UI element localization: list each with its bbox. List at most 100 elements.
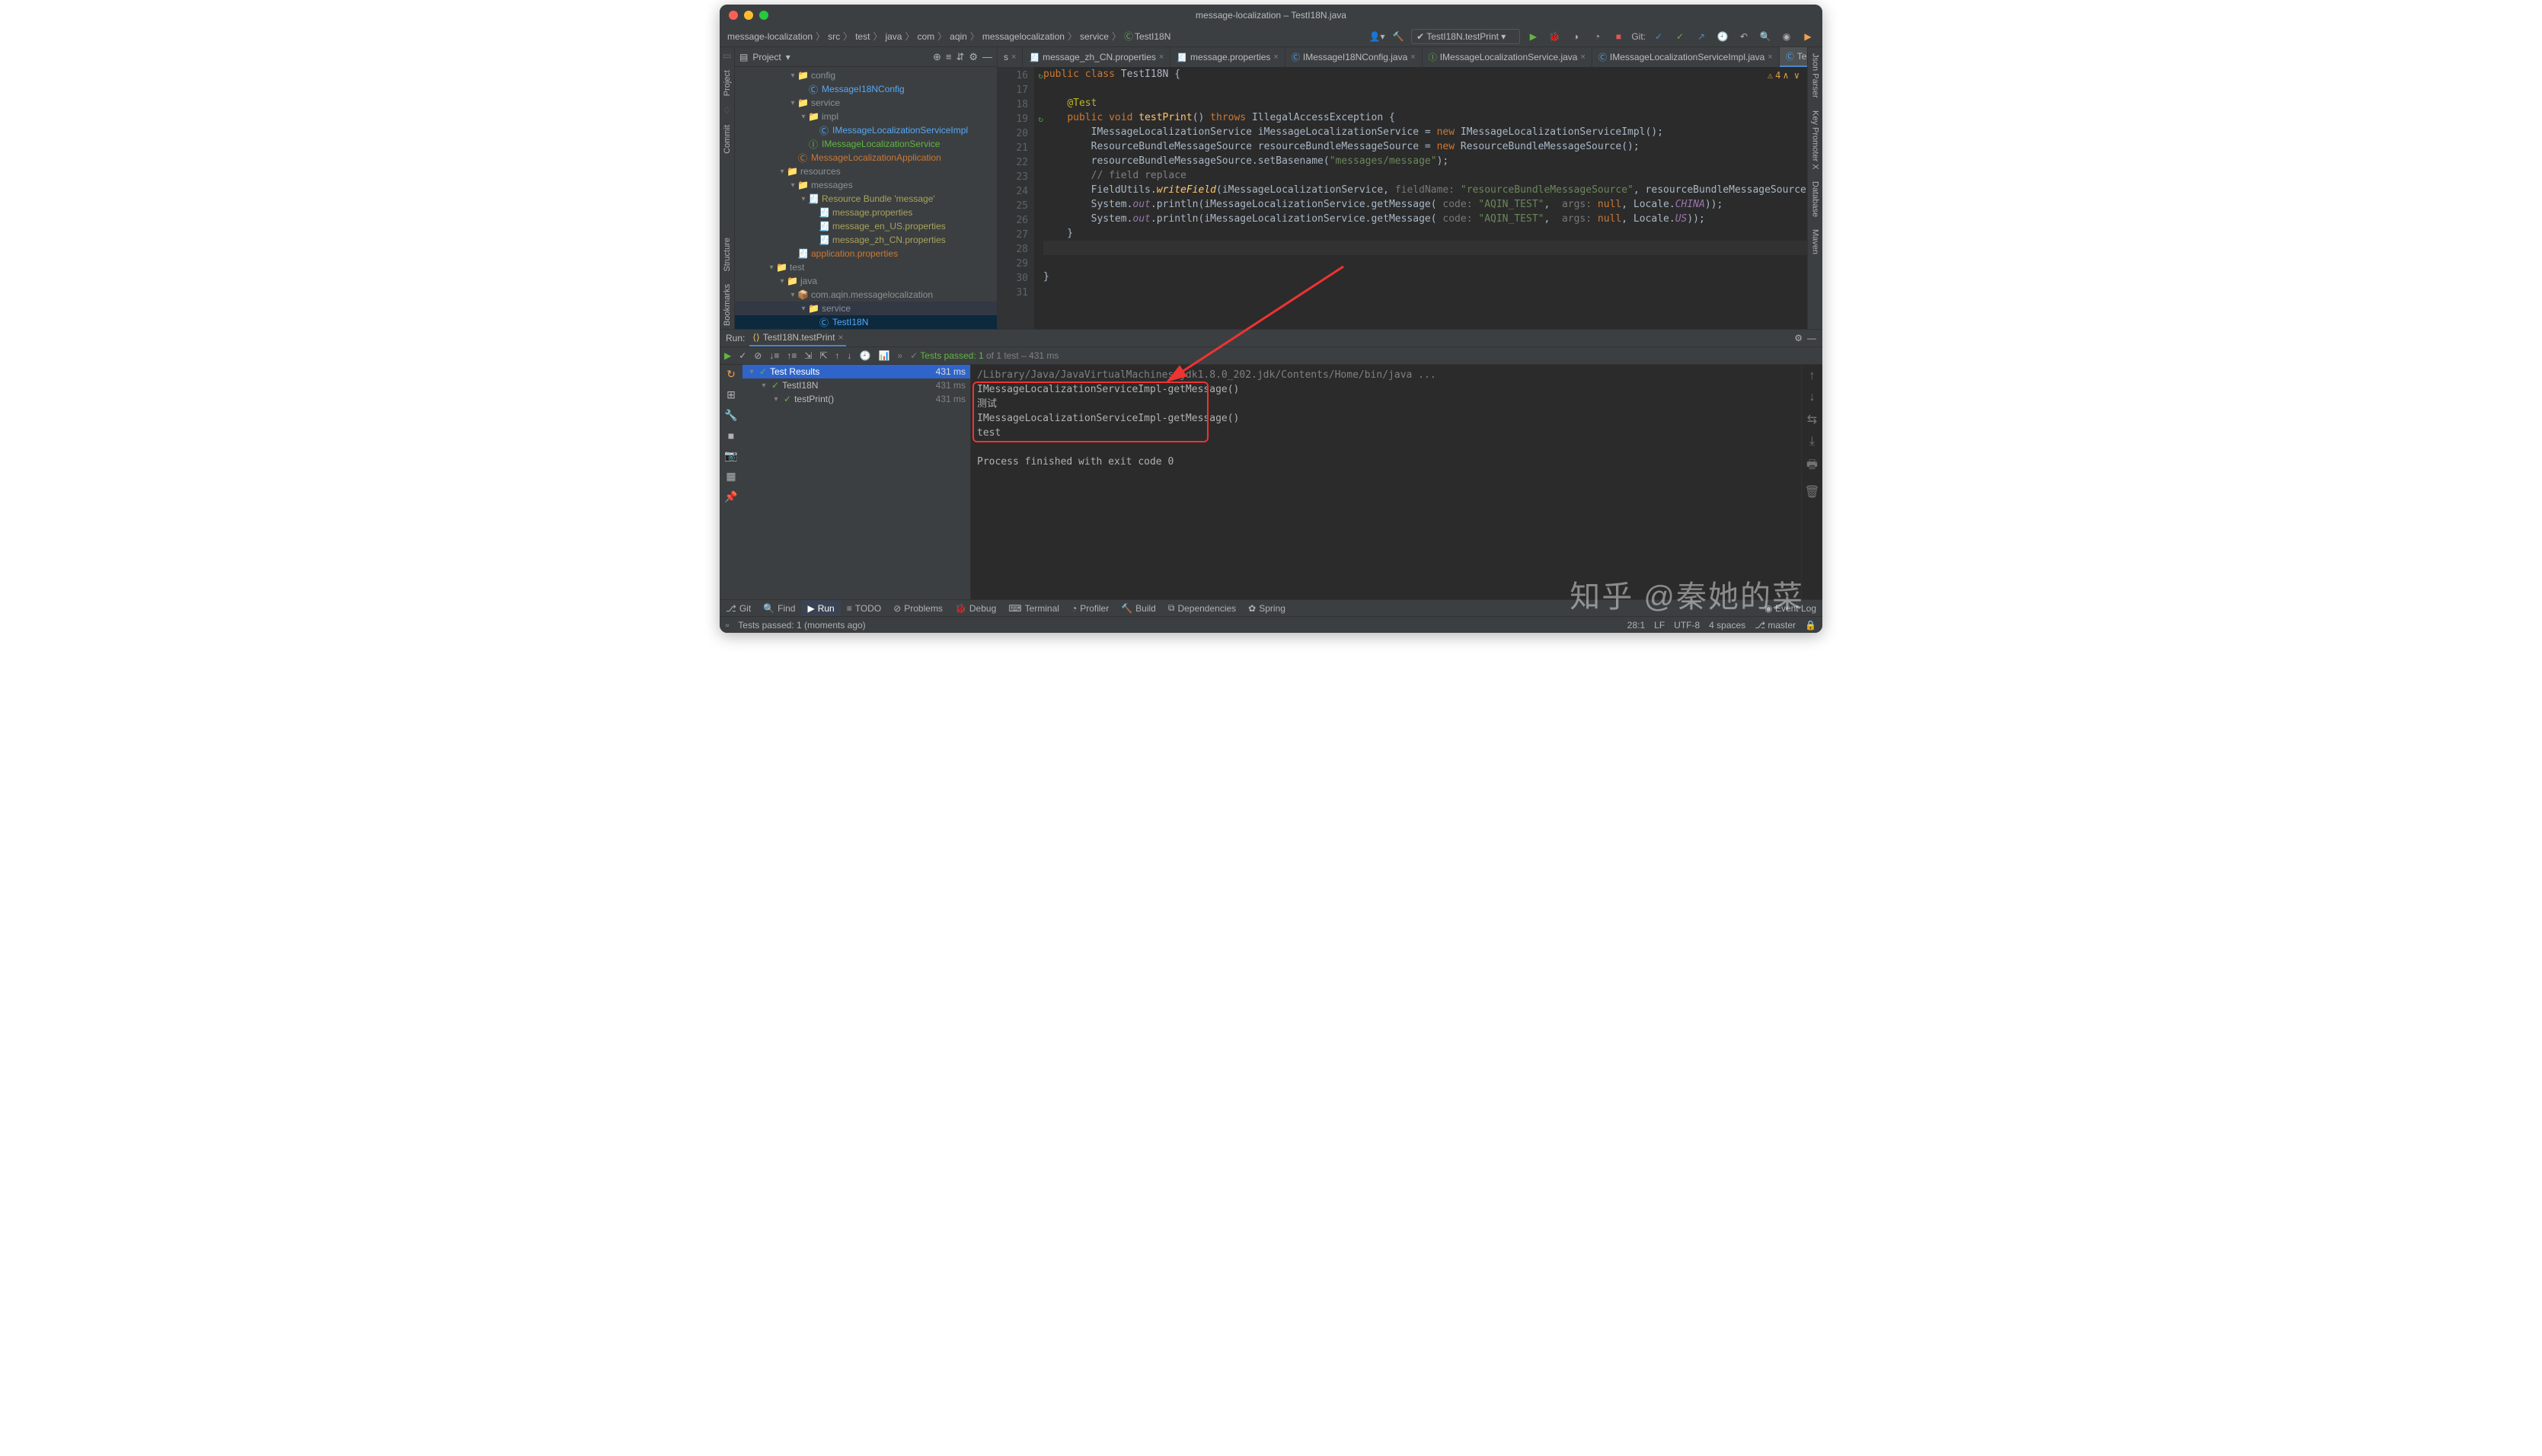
event-log-button[interactable]: ◉ Event Log: [1758, 600, 1822, 616]
toggle-ignore-icon[interactable]: ⊘: [754, 350, 762, 361]
prev-icon[interactable]: ↑: [835, 350, 840, 361]
toggle-pass-icon[interactable]: ✓: [739, 350, 746, 361]
editor-tab[interactable]: 🧾message_zh_CN.properties×: [1023, 47, 1170, 67]
tree-node[interactable]: 🧾message_zh_CN.properties: [735, 233, 997, 247]
tool-maven[interactable]: Maven: [1811, 226, 1820, 257]
file-encoding[interactable]: UTF-8: [1674, 620, 1700, 631]
scroll-end-icon[interactable]: ⤓: [1809, 435, 1815, 449]
layout-icon[interactable]: ▦: [726, 470, 736, 483]
status-indicator-icon[interactable]: ▫: [726, 620, 729, 631]
commit-tool-icon[interactable]: ♢: [723, 105, 731, 116]
bottom-tool-todo[interactable]: ≡TODO: [841, 600, 887, 616]
search-icon[interactable]: 🔍: [1757, 28, 1774, 45]
user-icon[interactable]: 👤▾: [1368, 28, 1385, 45]
pin-icon[interactable]: 📌: [724, 490, 737, 503]
git-push-icon[interactable]: ↗: [1693, 28, 1710, 45]
tree-node[interactable]: 🧾message.properties: [735, 206, 997, 219]
tree-node[interactable]: ▾📁config: [735, 69, 997, 82]
select-opened-icon[interactable]: ⊕: [933, 51, 941, 63]
git-update-icon[interactable]: ✓: [1650, 28, 1667, 45]
breadcrumb-item[interactable]: ⒸTestI18N: [1123, 30, 1172, 43]
gear-icon[interactable]: ⚙: [969, 51, 978, 63]
tree-node[interactable]: ▾📁test: [735, 260, 997, 274]
sort2-icon[interactable]: ↑≡: [787, 350, 797, 361]
breadcrumb-item[interactable]: messagelocalization: [981, 31, 1066, 42]
stop2-icon[interactable]: ■: [728, 429, 734, 442]
code-editor[interactable]: ↻161718↻19202122232425262728293031 publi…: [998, 67, 1807, 329]
bottom-tool-terminal[interactable]: ⌨Terminal: [1002, 600, 1065, 616]
close-window-button[interactable]: [729, 11, 738, 20]
bottom-tool-git[interactable]: ⎇Git: [720, 600, 757, 616]
minimize-window-button[interactable]: [744, 11, 753, 20]
line-separator[interactable]: LF: [1654, 620, 1665, 631]
tree-node[interactable]: ▾🧾Resource Bundle 'message': [735, 192, 997, 206]
sort-icon[interactable]: ↓≡: [769, 350, 779, 361]
hammer-icon[interactable]: 🔨: [1390, 28, 1407, 45]
tree-node[interactable]: ▾📁messages: [735, 178, 997, 192]
tree-node[interactable]: ⒸMessageI18NConfig: [735, 82, 997, 96]
console-output[interactable]: /Library/Java/JavaVirtualMachines/jdk1.8…: [971, 365, 1801, 599]
tree-node[interactable]: ⒸMessageLocalizationApplication: [735, 151, 997, 164]
camera-icon[interactable]: 📷: [724, 449, 737, 462]
bottom-tool-find[interactable]: 🔍Find: [757, 600, 801, 616]
collapse-all-icon[interactable]: ⇵: [956, 51, 964, 63]
run-config-select[interactable]: ✔ TestI18N.testPrint ▾: [1411, 29, 1520, 44]
indent-setting[interactable]: 4 spaces: [1709, 620, 1745, 631]
toggle-auto-icon[interactable]: ⊞: [727, 388, 736, 401]
expand-icon[interactable]: ⇲: [804, 350, 812, 361]
rerun-button[interactable]: ▶: [724, 350, 731, 361]
tree-node[interactable]: ▾📁service: [735, 96, 997, 110]
editor-tab[interactable]: ⒸIMessageI18NConfig.java×: [1285, 47, 1423, 67]
bottom-tool-debug[interactable]: 🐞Debug: [949, 600, 1002, 616]
lock-icon[interactable]: 🔒: [1805, 620, 1816, 631]
scroll-up-icon[interactable]: ↑: [1809, 369, 1815, 383]
wrench-icon[interactable]: 🔧: [724, 409, 737, 422]
bottom-tool-dependencies[interactable]: ⧉Dependencies: [1162, 600, 1242, 616]
breadcrumb-item[interactable]: test: [854, 31, 871, 42]
maximize-window-button[interactable]: [759, 11, 768, 20]
test-tree[interactable]: ▾✓Test Results431 ms▾✓TestI18N431 ms▾✓te…: [742, 365, 971, 599]
debug-button[interactable]: 🐞: [1546, 28, 1563, 45]
tree-node[interactable]: ▾📁java: [735, 274, 997, 288]
tree-node[interactable]: ▾📦com.aqin.messagelocalization: [735, 288, 997, 302]
ide-updates-icon[interactable]: ▶: [1800, 28, 1816, 45]
tool-project[interactable]: Project: [723, 67, 732, 99]
tool-bookmarks[interactable]: Bookmarks: [723, 281, 732, 329]
tree-node[interactable]: 🧾message_en_US.properties: [735, 219, 997, 233]
breadcrumb-item[interactable]: com: [915, 31, 936, 42]
tool-key-promoter[interactable]: Key Promoter X: [1811, 107, 1820, 173]
editor-tab[interactable]: ⒸTestI18N.java×: [1780, 47, 1807, 67]
breadcrumb-item[interactable]: src: [826, 31, 841, 42]
tool-database[interactable]: Database: [1811, 178, 1820, 220]
rerun-failed-icon[interactable]: ↻: [727, 368, 736, 381]
run-tab[interactable]: ⟨⟩TestI18N.testPrint×: [749, 330, 846, 346]
test-result-row[interactable]: ▾✓Test Results431 ms: [742, 365, 970, 378]
tree-node[interactable]: 🧾application.properties: [735, 247, 997, 260]
clock-icon[interactable]: 🕘: [860, 350, 871, 361]
tool-commit[interactable]: Commit: [723, 122, 732, 157]
tab-overflow[interactable]: s ×: [998, 47, 1023, 67]
profile-button[interactable]: ◔: [1589, 28, 1605, 45]
scroll-down-icon[interactable]: ↓: [1809, 391, 1815, 404]
tool-json-parser[interactable]: Json Parser: [1811, 50, 1820, 101]
bottom-tool-problems[interactable]: ⊘Problems: [887, 600, 949, 616]
bottom-tool-profiler[interactable]: ◔Profiler: [1065, 600, 1115, 616]
tree-node[interactable]: ▾📁impl: [735, 110, 997, 123]
run-settings-icon[interactable]: ⚙: [1794, 333, 1803, 343]
bottom-tool-run[interactable]: ▶Run: [801, 600, 840, 616]
stop-button[interactable]: ■: [1610, 28, 1627, 45]
clear-icon[interactable]: 🗑: [1804, 484, 1819, 500]
hide-panel-icon[interactable]: —: [982, 51, 992, 62]
tree-node[interactable]: ⒾIMessageLocalizationService: [735, 137, 997, 151]
bottom-tool-spring[interactable]: ✿Spring: [1242, 600, 1292, 616]
project-tree[interactable]: ▾📁configⒸMessageI18NConfig▾📁service▾📁imp…: [735, 67, 997, 329]
git-branch[interactable]: ⎇ master: [1755, 620, 1796, 631]
project-tool-icon[interactable]: ▭: [723, 50, 731, 61]
caret-position[interactable]: 28:1: [1627, 620, 1645, 631]
inspection-warnings[interactable]: ⚠ 4 ∧ ∨: [1768, 70, 1800, 81]
soft-wrap-icon[interactable]: ⇆: [1807, 412, 1817, 427]
export-icon[interactable]: 📊: [878, 350, 889, 361]
bottom-tool-build[interactable]: 🔨Build: [1115, 600, 1162, 616]
next-icon[interactable]: ↓: [848, 350, 852, 361]
test-result-row[interactable]: ▾✓TestI18N431 ms: [742, 378, 970, 392]
